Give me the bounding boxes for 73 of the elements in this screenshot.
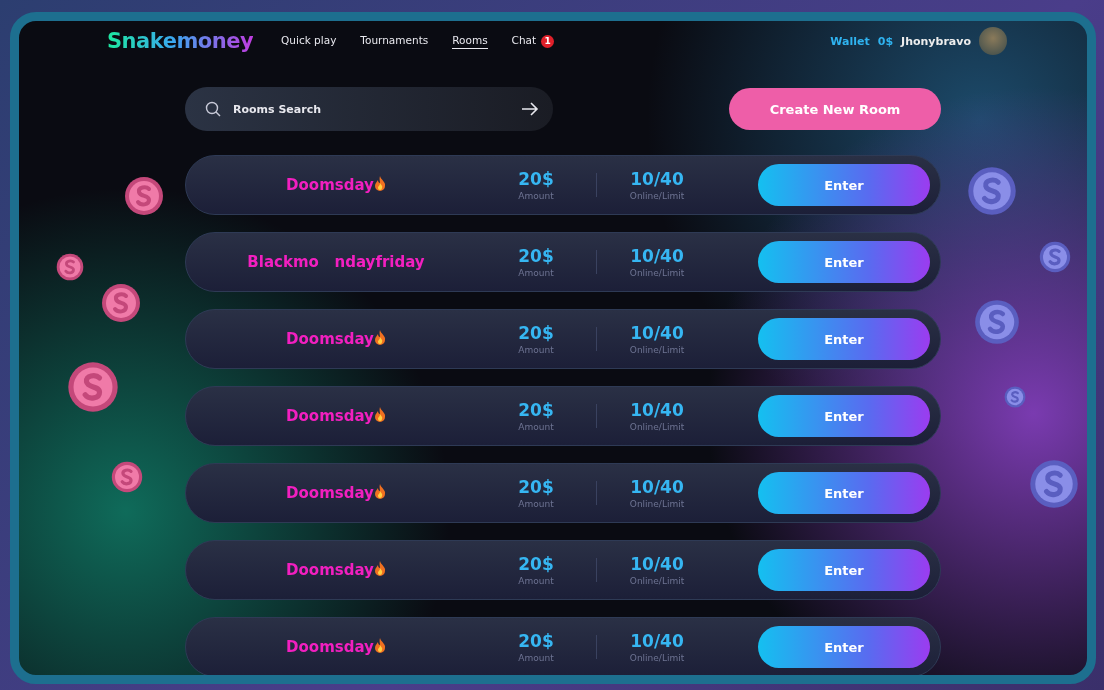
enter-button[interactable]: Enter (758, 472, 930, 514)
online-count: 10/40 (630, 169, 684, 189)
enter-button[interactable]: Enter (758, 318, 930, 360)
notification-badge: 1 (541, 34, 555, 48)
room-name: Doomsday (286, 484, 374, 502)
amount-label: Amount (518, 576, 554, 586)
room-amount: 20$ (518, 477, 554, 497)
room-name: Doomsday (286, 330, 374, 348)
coin-icon (124, 176, 164, 216)
flame-icon (373, 483, 386, 499)
flame-icon (373, 637, 386, 653)
room-amount: 20$ (518, 554, 554, 574)
coin-icon (111, 461, 143, 493)
enter-button[interactable]: Enter (758, 626, 930, 668)
amount-label: Amount (518, 422, 554, 432)
online-limit-label: Online/Limit (629, 191, 685, 201)
coin-icon (56, 253, 84, 281)
flame-icon (373, 406, 386, 422)
coin-icon (974, 299, 1020, 345)
nav-link[interactable]: Tournaments (360, 33, 429, 49)
username[interactable]: Jhonybravo (901, 34, 971, 48)
online-limit-label: Online/Limit (629, 268, 685, 278)
enter-button[interactable]: Enter (758, 241, 930, 283)
room-amount: 20$ (518, 631, 554, 651)
enter-button[interactable]: Enter (758, 164, 930, 206)
coin-icon (101, 283, 141, 323)
online-limit-label: Online/Limit (629, 422, 685, 432)
flame-icon (373, 175, 386, 191)
online-limit-label: Online/Limit (629, 345, 685, 355)
online-limit-label: Online/Limit (629, 576, 685, 586)
online-limit-label: Online/Limit (629, 653, 685, 663)
create-room-button[interactable]: Create New Room (729, 88, 941, 130)
room-name: Doomsday (286, 176, 374, 194)
room-amount: 20$ (518, 400, 554, 420)
avatar[interactable] (979, 27, 1007, 55)
room-name: Doomsday (286, 561, 374, 579)
search-bar[interactable]: Rooms Search (185, 87, 553, 131)
coin-icon (67, 361, 119, 413)
room-name: Blackmo ndayfriday (247, 253, 425, 271)
coin-icon (967, 166, 1017, 216)
room-amount: 20$ (518, 246, 554, 266)
wallet-label: Wallet (830, 34, 870, 48)
online-count: 10/40 (630, 631, 684, 651)
amount-label: Amount (518, 345, 554, 355)
online-count: 10/40 (630, 477, 684, 497)
wallet-balance: 0$ (877, 34, 894, 48)
flame-icon (373, 329, 386, 345)
logo[interactable]: Snakemoney (107, 29, 254, 53)
amount-label: Amount (518, 268, 554, 278)
arrow-right-icon[interactable] (521, 102, 539, 116)
room-amount: 20$ (518, 323, 554, 343)
enter-button[interactable]: Enter (758, 395, 930, 437)
coin-icon (1004, 386, 1026, 408)
coin-icon (1039, 241, 1071, 273)
amount-label: Amount (518, 191, 554, 201)
room-name: Doomsday (286, 407, 374, 425)
online-count: 10/40 (630, 554, 684, 574)
coin-icon (1029, 459, 1079, 509)
amount-label: Amount (518, 653, 554, 663)
online-count: 10/40 (630, 400, 684, 420)
amount-label: Amount (518, 499, 554, 509)
nav-link[interactable]: Rooms (452, 33, 488, 49)
online-count: 10/40 (630, 246, 684, 266)
online-limit-label: Online/Limit (629, 499, 685, 509)
nav-link[interactable]: Quick play (281, 33, 337, 49)
flame-icon (373, 560, 386, 576)
room-name: Doomsday (286, 638, 374, 656)
nav-link[interactable]: Chat (511, 33, 537, 49)
search-field[interactable]: Rooms Search (231, 101, 511, 117)
enter-button[interactable]: Enter (758, 549, 930, 591)
search-icon (205, 101, 221, 117)
room-amount: 20$ (518, 169, 554, 189)
online-count: 10/40 (630, 323, 684, 343)
